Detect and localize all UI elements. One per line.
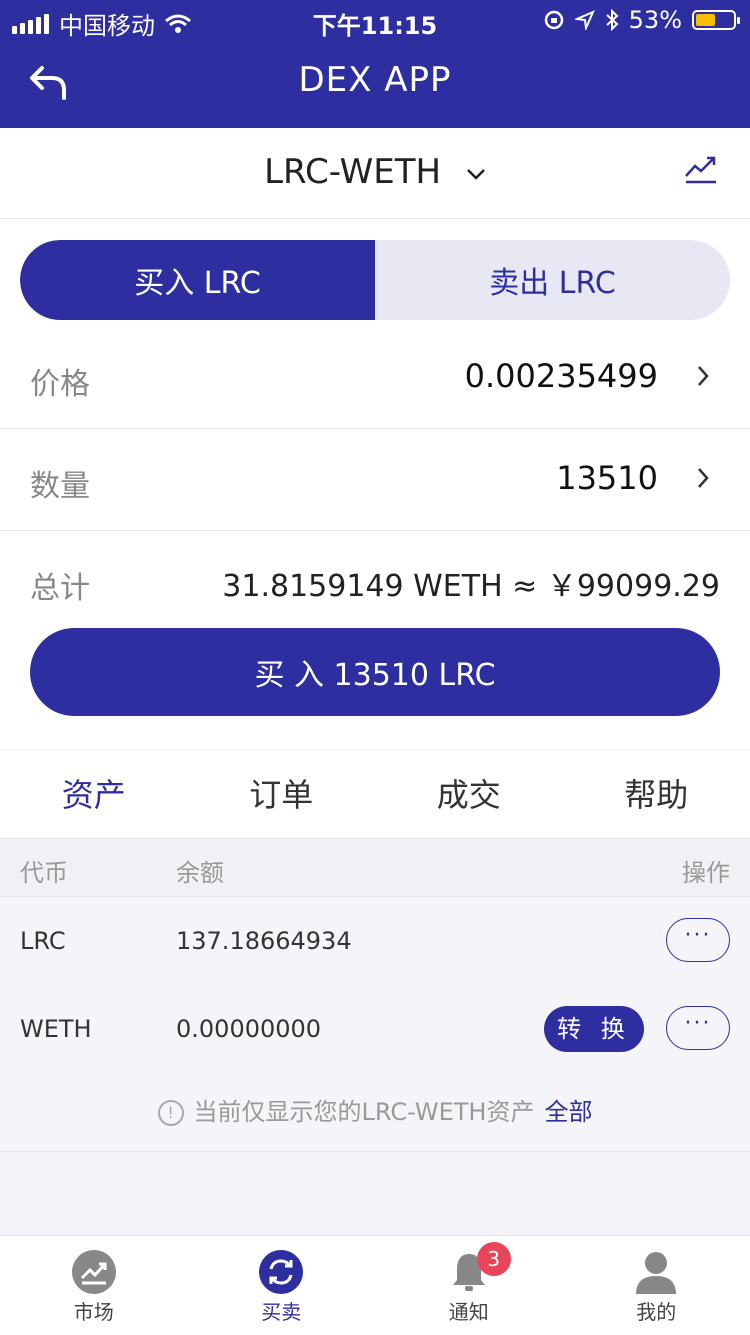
pair-bar: LRC-WETH <box>0 128 750 219</box>
chart-icon[interactable] <box>684 152 718 186</box>
total-row: 总计 31.8159149 WETH ≈ ￥99099.29 <box>0 533 750 633</box>
bluetooth-icon <box>605 9 619 31</box>
chevron-right-icon <box>696 467 710 489</box>
tab-trades[interactable]: 成交 <box>375 751 563 838</box>
amount-row[interactable]: 数量 13510 <box>0 431 750 531</box>
pair-selector[interactable]: LRC-WETH <box>0 152 750 192</box>
battery-icon <box>692 10 736 30</box>
trade-icon <box>259 1250 303 1294</box>
market-icon <box>72 1250 116 1294</box>
tabbar-label: 我的 <box>563 1296 750 1325</box>
amount-label: 数量 <box>30 461 90 505</box>
token-balance: 137.18664934 <box>176 927 352 955</box>
tabbar-label: 通知 <box>375 1296 563 1325</box>
note-text: 当前仅显示您的LRC-WETH资产 <box>194 1098 535 1126</box>
rotation-lock-icon <box>543 9 565 31</box>
tabbar-item-profile[interactable]: 我的 <box>563 1236 750 1335</box>
buy-sell-toggle: 买入 LRC 卖出 LRC <box>20 240 730 320</box>
tabbar-item-trade[interactable]: 买卖 <box>188 1236 376 1335</box>
trade-panel: 买入 LRC 卖出 LRC 价格 0.00235499 数量 13510 总计 … <box>0 219 750 749</box>
chevron-down-icon <box>466 167 486 181</box>
location-icon <box>575 10 595 30</box>
bottom-tab-bar: 市场 买卖 3 通知 我的 <box>0 1235 750 1335</box>
status-bar: 中国移动 下午11:15 53% <box>0 0 750 40</box>
tabbar-item-notifications[interactable]: 3 通知 <box>375 1236 563 1335</box>
show-all-link[interactable]: 全部 <box>544 1098 592 1126</box>
buy-tab[interactable]: 买入 LRC <box>20 240 375 320</box>
page-title: DEX APP <box>0 60 750 100</box>
tab-assets[interactable]: 资产 <box>0 751 188 838</box>
token-name: LRC <box>20 927 66 955</box>
tab-orders[interactable]: 订单 <box>188 751 376 838</box>
section-tabs: 资产 订单 成交 帮助 <box>0 751 750 839</box>
pair-name: LRC-WETH <box>264 152 441 192</box>
more-button[interactable]: ··· <box>666 1006 730 1050</box>
token-balance: 0.00000000 <box>176 1015 321 1043</box>
table-row: WETH 0.00000000 转 换 ··· <box>0 985 750 1074</box>
assets-table-header: 代币 余额 操作 <box>0 840 750 897</box>
tabbar-item-market[interactable]: 市场 <box>0 1236 188 1335</box>
info-icon: ! <box>158 1100 184 1126</box>
user-icon <box>634 1250 678 1294</box>
buy-submit-button[interactable]: 买 入 13510 LRC <box>30 628 720 716</box>
header-action: 操作 <box>682 853 730 888</box>
header-balance: 余额 <box>176 853 224 888</box>
amount-value: 13510 <box>556 459 658 497</box>
token-name: WETH <box>20 1015 92 1043</box>
table-row: LRC 137.18664934 ··· <box>0 897 750 986</box>
tabbar-label: 买卖 <box>188 1296 376 1325</box>
total-value: 31.8159149 WETH ≈ ￥99099.29 <box>222 561 720 605</box>
chevron-right-icon <box>696 365 710 387</box>
sell-tab[interactable]: 卖出 LRC <box>375 240 730 320</box>
top-bar: 中国移动 下午11:15 53% DEX APP <box>0 0 750 128</box>
price-row[interactable]: 价格 0.00235499 <box>0 329 750 429</box>
header-token: 代币 <box>20 853 68 888</box>
convert-button[interactable]: 转 换 <box>544 1006 644 1052</box>
more-button[interactable]: ··· <box>666 918 730 962</box>
price-value: 0.00235499 <box>465 357 658 395</box>
tab-help[interactable]: 帮助 <box>563 751 750 838</box>
battery-percent: 53% <box>629 6 682 34</box>
total-label: 总计 <box>30 563 90 607</box>
assets-note: ! 当前仅显示您的LRC-WETH资产全部 <box>0 1073 750 1152</box>
notification-badge: 3 <box>477 1242 511 1276</box>
tabbar-label: 市场 <box>0 1296 188 1325</box>
price-label: 价格 <box>30 359 90 403</box>
